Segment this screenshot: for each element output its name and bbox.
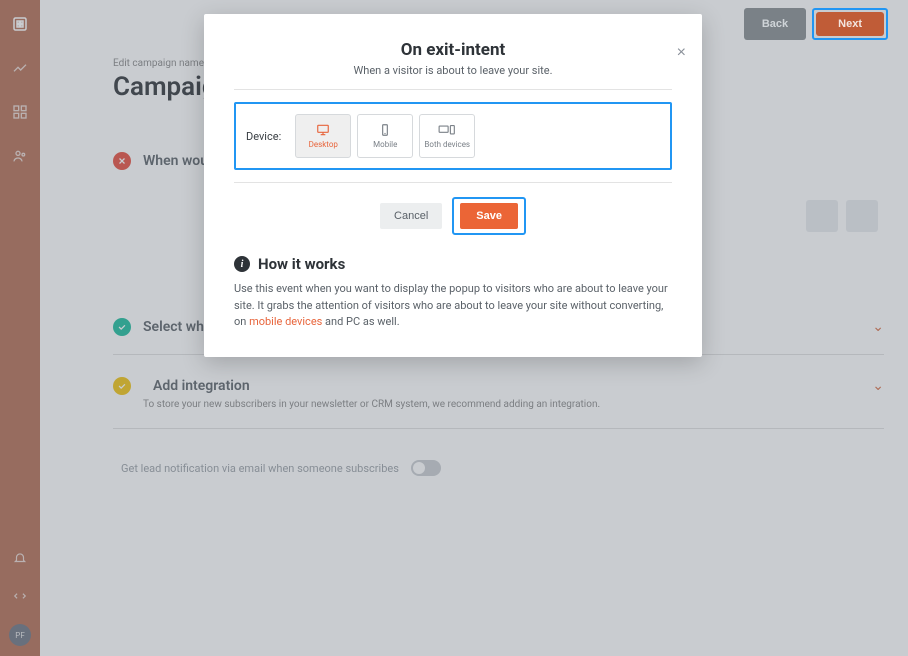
info-icon: i — [234, 256, 250, 272]
modal-actions: Cancel Save — [234, 197, 672, 235]
divider — [234, 182, 672, 183]
how-it-works-body: Use this event when you want to display … — [234, 281, 672, 331]
divider — [234, 89, 672, 90]
device-desktop[interactable]: Desktop — [295, 114, 351, 158]
device-label: Device: — [246, 130, 281, 143]
cancel-button[interactable]: Cancel — [380, 203, 442, 229]
close-icon[interactable]: × — [677, 44, 686, 62]
both-devices-icon — [438, 123, 456, 137]
next-button[interactable]: Next — [816, 12, 884, 36]
how-it-works-title: How it works — [258, 255, 345, 273]
desktop-icon — [314, 123, 332, 137]
mobile-devices-link[interactable]: mobile devices — [249, 315, 322, 328]
mobile-icon — [376, 123, 394, 137]
save-button[interactable]: Save — [460, 203, 518, 229]
save-highlight: Save — [452, 197, 526, 235]
modal-title: On exit-intent — [234, 40, 672, 60]
device-both[interactable]: Both devices — [419, 114, 475, 158]
back-button[interactable]: Back — [744, 8, 806, 40]
exit-intent-modal: × On exit-intent When a visitor is about… — [204, 14, 702, 357]
device-desktop-label: Desktop — [309, 140, 338, 149]
how-it-works-header: i How it works — [234, 255, 672, 273]
device-both-label: Both devices — [424, 140, 470, 149]
device-options: Desktop Mobile Both devices — [295, 114, 475, 158]
device-mobile-label: Mobile — [373, 140, 397, 149]
device-selector: Device: Desktop Mobile Both devices — [234, 102, 672, 170]
device-mobile[interactable]: Mobile — [357, 114, 413, 158]
topbar: Back Next — [744, 8, 888, 40]
modal-subtitle: When a visitor is about to leave your si… — [234, 64, 672, 77]
next-highlight: Next — [812, 8, 888, 40]
how-text-2: and PC as well. — [322, 315, 399, 328]
